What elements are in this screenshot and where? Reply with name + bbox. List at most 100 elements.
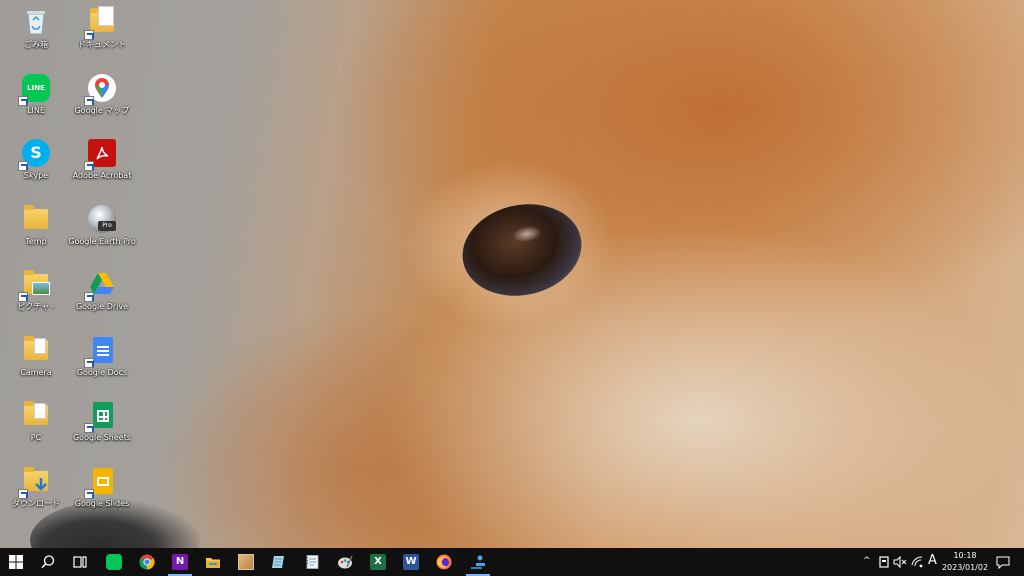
show-hidden-icons-button[interactable]: ^ [863, 556, 871, 566]
folder-icon [20, 334, 52, 366]
desktop-icon-google-docs[interactable]: Google Docs [66, 330, 138, 390]
desktop-icon-label: Camera [20, 368, 52, 377]
desktop-icon-pictures[interactable]: ピクチャ - [0, 264, 72, 324]
start-button[interactable] [0, 548, 32, 576]
google-slides-icon [84, 465, 118, 499]
desktop-icon-label: Adobe Acrobat [72, 171, 132, 180]
shortcut-arrow-icon [84, 358, 94, 368]
notebook-taskbar[interactable] [296, 548, 328, 576]
search-button[interactable] [32, 548, 64, 576]
desktop-icon-label: Google Sheets [72, 433, 132, 442]
desktop-icon-label: PC [30, 433, 42, 442]
wallpaper-dog-eye [453, 193, 591, 307]
desktop-icon-documents[interactable]: ドキュメント [66, 2, 138, 62]
desktop-icon-label: LINE [27, 106, 45, 115]
notepad-taskbar[interactable] [263, 548, 295, 576]
adobe-acrobat-icon [84, 137, 118, 171]
shortcut-arrow-icon [18, 292, 28, 302]
desktop-icon-google-earth-pro[interactable]: Pro Google Earth Pro [66, 199, 138, 259]
shortcut-arrow-icon [84, 292, 94, 302]
line-app-icon [106, 554, 122, 570]
desktop-icon-downloads[interactable]: ダウンロード [0, 461, 72, 521]
onenote-icon: N [172, 554, 188, 570]
word-icon: W [403, 554, 419, 570]
people-taskbar[interactable] [462, 548, 494, 576]
task-view-button[interactable] [64, 548, 96, 576]
desktop-icon-label: Google Earth Pro [68, 237, 136, 246]
desktop-icon-label: Google Docs [76, 368, 128, 377]
desktop-icon-label: Google Slides [74, 499, 130, 508]
desktop-icon-label: Temp [25, 237, 47, 246]
firefox-icon [436, 554, 452, 570]
line-taskbar[interactable] [98, 548, 130, 576]
shortcut-arrow-icon [18, 489, 28, 499]
device-icon[interactable] [878, 555, 890, 569]
desktop-icon-label: Google マップ [74, 106, 130, 115]
desktop-icon-label: ピクチャ - [17, 302, 55, 311]
folder-icon [20, 203, 52, 235]
chrome-taskbar[interactable] [131, 548, 163, 576]
shortcut-arrow-icon [84, 96, 94, 106]
desktop-icon-camera[interactable]: Camera [0, 330, 72, 390]
desktop-icon-label: Skype [23, 171, 49, 180]
downloads-folder-icon [18, 465, 52, 499]
onenote-taskbar[interactable]: N [164, 548, 196, 576]
google-sheets-icon [84, 399, 118, 433]
desktop-icon-label: Google Drive [75, 302, 129, 311]
pictures-folder-icon [18, 268, 52, 302]
desktop-icon-google-maps[interactable]: Google マップ [66, 68, 138, 128]
file-explorer-taskbar[interactable] [197, 548, 229, 576]
google-earth-pro-icon: Pro [86, 203, 118, 235]
shortcut-arrow-icon [18, 96, 28, 106]
desktop-icon-label: ごみ箱 [24, 40, 48, 49]
notepad-icon [272, 556, 284, 568]
desktop-icon-label: ダウンロード [12, 499, 60, 508]
documents-folder-icon [84, 6, 118, 40]
shortcut-arrow-icon [84, 161, 94, 171]
excel-taskbar[interactable]: X [362, 548, 394, 576]
chrome-icon [139, 554, 155, 570]
desktop-icon-google-drive[interactable]: Google Drive [66, 264, 138, 324]
desktop-icon-label: ドキュメント [78, 40, 126, 49]
paint-icon [338, 555, 353, 569]
google-maps-icon [84, 72, 118, 106]
people-icon [471, 555, 485, 569]
word-taskbar[interactable]: W [395, 548, 427, 576]
folder-icon [20, 399, 52, 431]
desktop-icon-google-sheets[interactable]: Google Sheets [66, 395, 138, 455]
clock-time: 10:18 [953, 551, 977, 560]
line-app-icon: LINE [18, 72, 52, 106]
desktop-icon-skype[interactable]: S Skype [0, 133, 72, 193]
recycle-bin-icon [20, 6, 52, 38]
taskbar: N X W ^ A 10:18 2023/01/02 [0, 548, 1024, 576]
notification-center-icon[interactable] [996, 555, 1010, 569]
shortcut-arrow-icon [18, 161, 28, 171]
shortcut-arrow-icon [84, 489, 94, 499]
clock-date: 2023/01/02 [941, 563, 989, 572]
paint-taskbar[interactable] [329, 548, 361, 576]
desktop-icon-pc[interactable]: PC [0, 395, 72, 455]
photos-taskbar[interactable] [230, 548, 262, 576]
desktop-icon-temp[interactable]: Temp [0, 199, 72, 259]
desktop-icon-line[interactable]: LINE LINE [0, 68, 72, 128]
search-icon [41, 555, 55, 569]
desktop-icon-recycle-bin[interactable]: ごみ箱 [0, 2, 72, 62]
windows-logo-icon [9, 555, 23, 569]
speaker-muted-icon[interactable] [893, 555, 907, 569]
ime-indicator[interactable]: A [928, 553, 937, 568]
desktop-wallpaper: ごみ箱 LINE LINE S Skype Temp ピクチャ - Camera [0, 0, 1024, 548]
google-docs-icon [84, 334, 118, 368]
photos-icon [238, 554, 254, 570]
desktop-icon-google-slides[interactable]: Google Slides [66, 461, 138, 521]
notebook-icon [306, 555, 319, 569]
firefox-taskbar[interactable] [428, 548, 460, 576]
shortcut-arrow-icon [84, 423, 94, 433]
file-explorer-icon [206, 558, 220, 568]
excel-icon: X [370, 554, 386, 570]
pro-badge: Pro [98, 221, 116, 231]
clock[interactable]: 10:18 2023/01/02 [940, 550, 990, 574]
wifi-icon[interactable] [910, 555, 924, 569]
task-view-icon [73, 556, 87, 568]
desktop-icon-adobe-acrobat[interactable]: Adobe Acrobat [66, 133, 138, 193]
skype-icon: S [18, 137, 52, 171]
